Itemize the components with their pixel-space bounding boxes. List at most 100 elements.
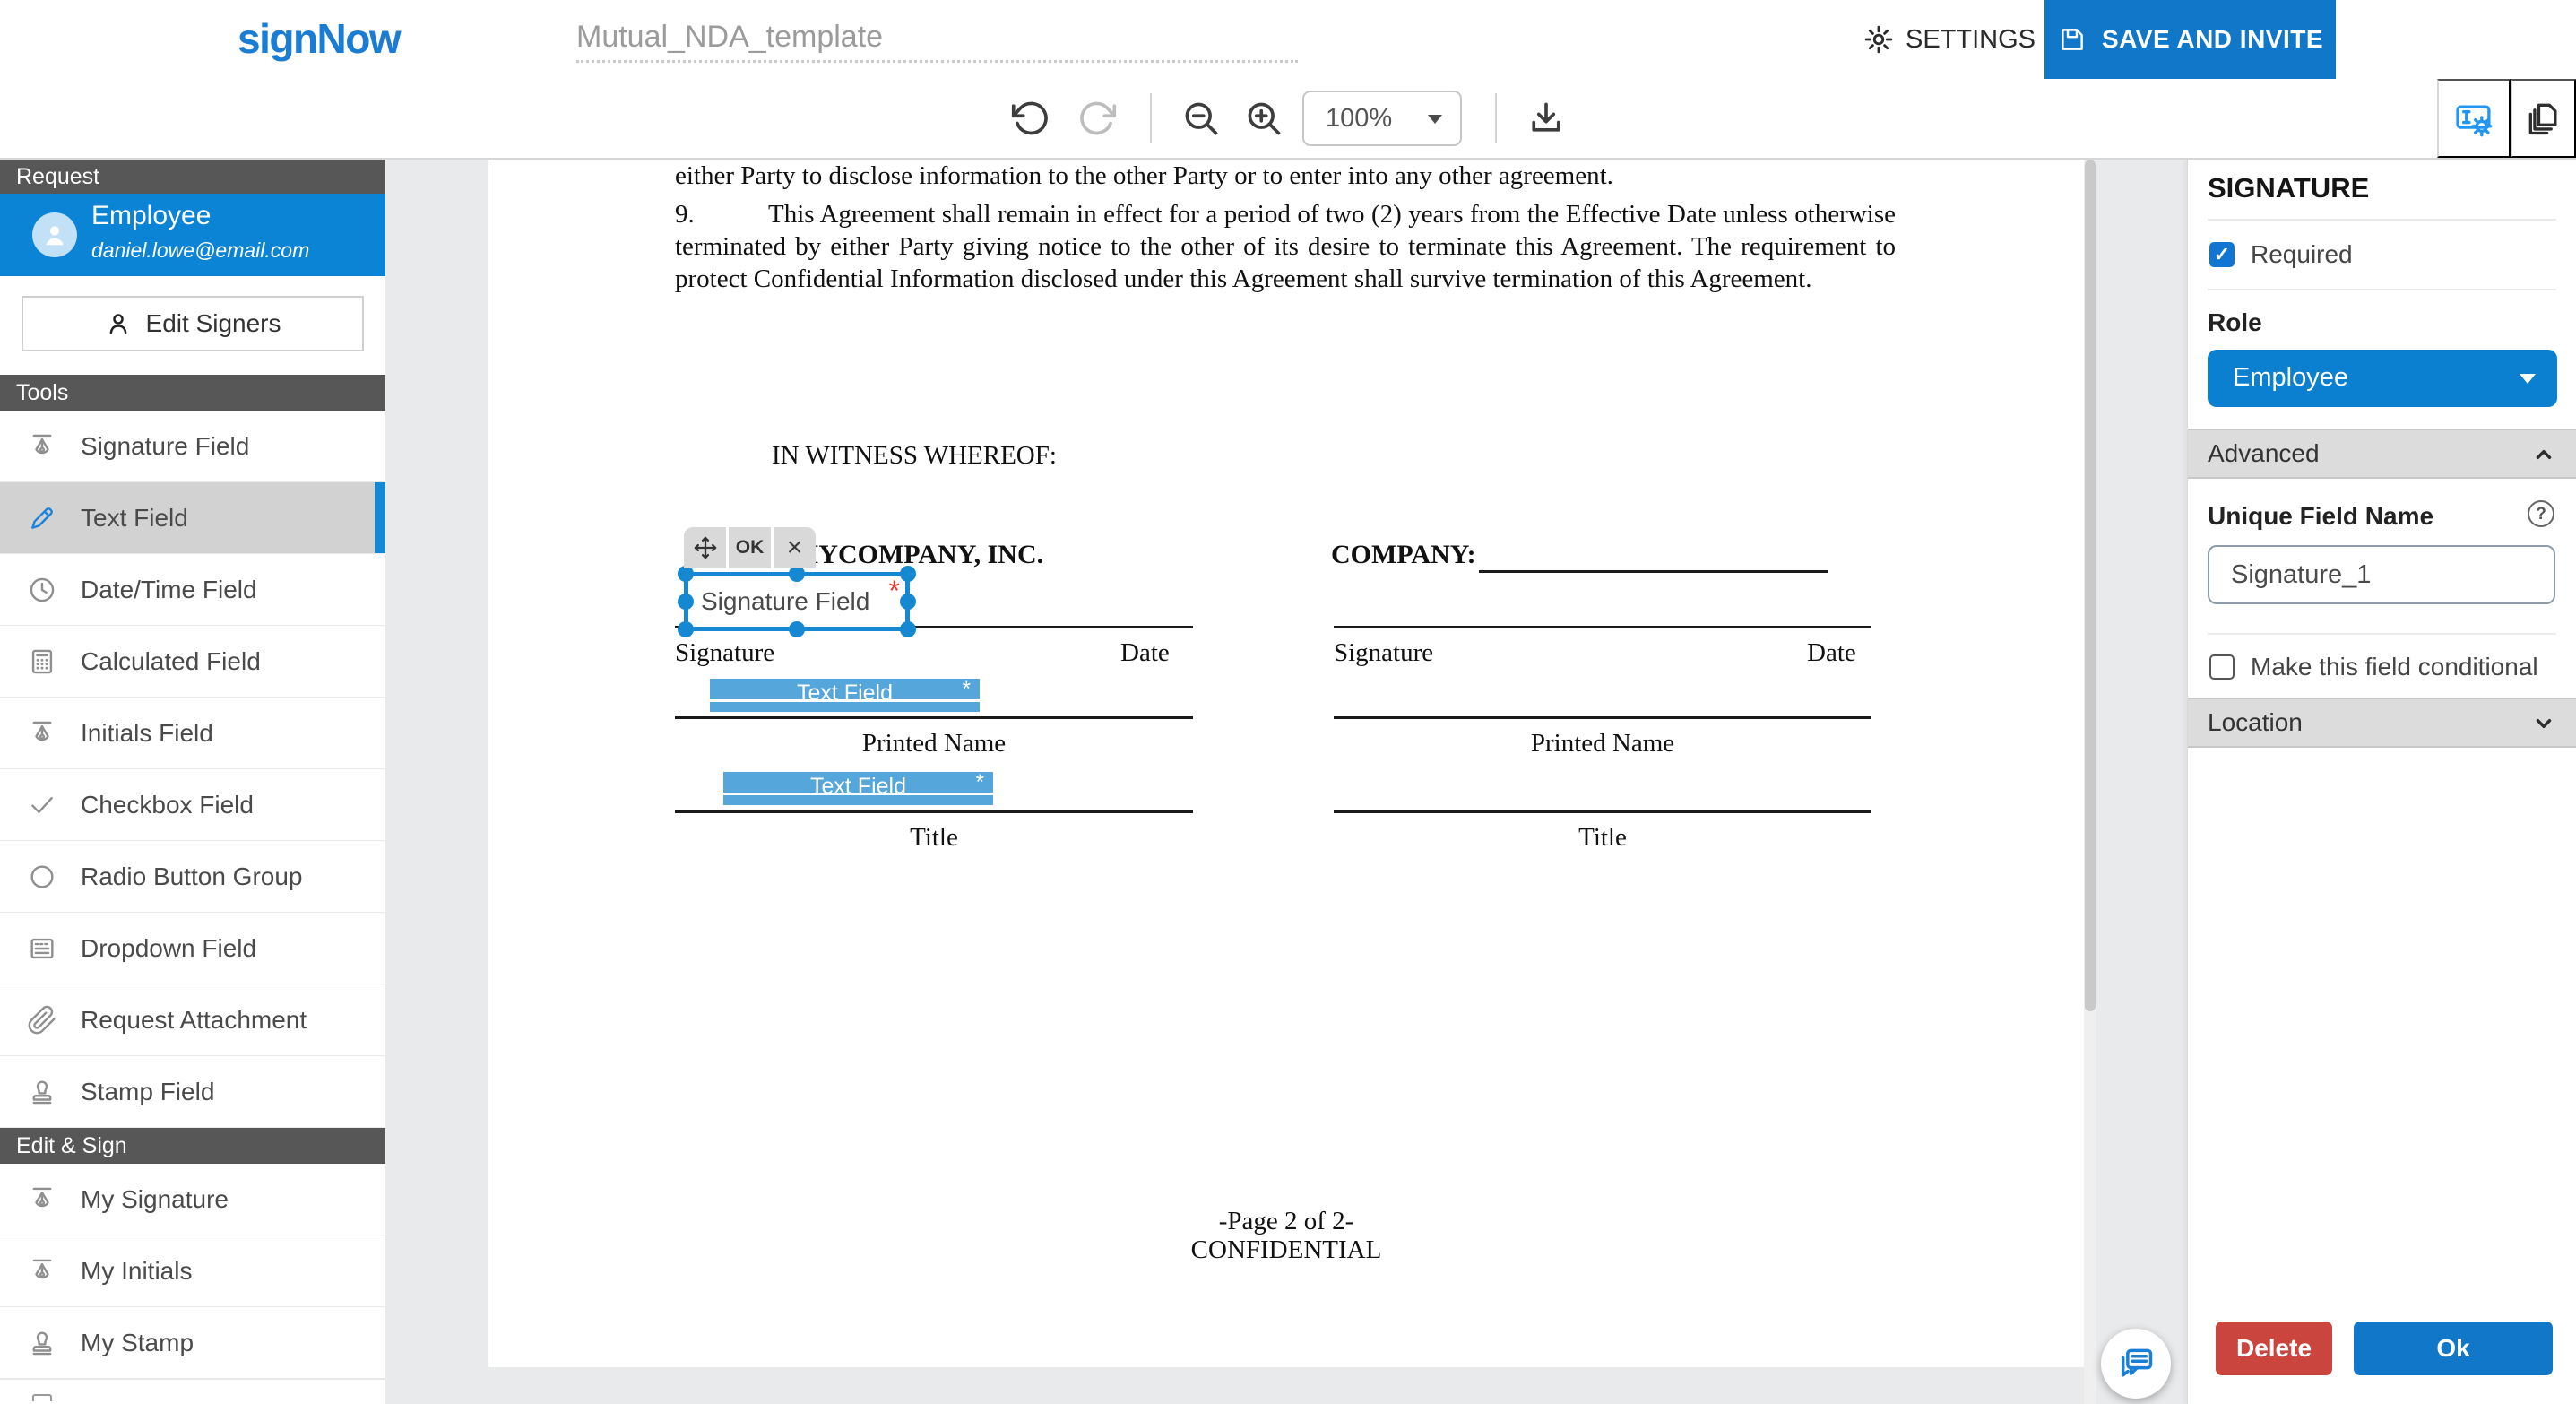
document-workspace: either Party to disclose information to …	[385, 160, 2187, 1404]
request-section-header: Request	[0, 160, 385, 194]
resize-handle[interactable]	[678, 594, 694, 610]
move-field-button[interactable]	[684, 527, 726, 568]
tools-list: Signature FieldText Field Date/Time Field…	[0, 411, 385, 1128]
paperclip-icon	[27, 1005, 57, 1036]
sidebar-item-radio-button-group[interactable]: Radio Button Group	[0, 841, 385, 913]
conditional-checkbox[interactable]	[2209, 654, 2235, 680]
sidebar-item-label: My Signature	[81, 1185, 229, 1214]
undo-button[interactable]	[1002, 79, 1059, 158]
zoom-in-button[interactable]	[1235, 79, 1292, 158]
advanced-section-toggle[interactable]: Advanced	[2188, 429, 2576, 479]
panel-title: SIGNATURE	[2208, 172, 2369, 204]
help-icon[interactable]: ?	[2528, 500, 2554, 527]
date-label: Date	[1807, 638, 1856, 668]
pen-nib-icon	[27, 431, 57, 462]
stamp-icon	[27, 1077, 57, 1107]
printed-name-line	[1334, 716, 1871, 719]
sidebar-item-label: Date/Time Field	[81, 576, 257, 604]
sidebar-item-label: Stamp Field	[81, 1078, 214, 1106]
title-label: Title	[675, 823, 1193, 853]
save-icon	[2057, 24, 2088, 55]
sidebar-item-my-stamp[interactable]: My Stamp	[0, 1307, 385, 1379]
sidebar-item-partial	[0, 1379, 385, 1404]
tools-section-header: Tools	[0, 375, 385, 411]
chat-support-button[interactable]	[2101, 1329, 2171, 1399]
sidebar-item-dropdown-field[interactable]: Dropdown Field	[0, 913, 385, 984]
sidebar-item-my-initials[interactable]: My Initials	[0, 1235, 385, 1307]
resize-handle[interactable]	[900, 594, 916, 610]
chat-icon	[2116, 1344, 2156, 1383]
confidential-footer: CONFIDENTIAL	[488, 1235, 2084, 1265]
conditional-row: Make this field conditional	[2209, 653, 2538, 681]
person-icon	[105, 310, 132, 337]
scrollbar-thumb[interactable]	[2085, 160, 2096, 1011]
resize-handle[interactable]	[678, 621, 694, 637]
copy-fields-button[interactable]	[2511, 79, 2576, 158]
sidebar-item-text-field[interactable]: Text Field	[0, 482, 385, 554]
settings-button[interactable]: SETTINGS	[1863, 0, 2036, 79]
settings-label: SETTINGS	[1906, 25, 2036, 55]
signer-role: Employee	[91, 201, 211, 231]
edit-sign-section-header: Edit & Sign	[0, 1128, 385, 1164]
zoom-out-button[interactable]	[1172, 79, 1230, 158]
signature-field-label: Signature Field	[701, 587, 869, 616]
chevron-down-icon	[1428, 115, 1442, 124]
field-ok-button[interactable]: OK	[729, 527, 771, 568]
editor-toolbar: 100%	[0, 79, 2576, 160]
pencil-icon	[27, 503, 57, 533]
document-page[interactable]: either Party to disclose information to …	[488, 160, 2084, 1367]
location-section-toggle[interactable]: Location	[2188, 698, 2576, 748]
sidebar-item-label: Dropdown Field	[81, 934, 256, 963]
toolbar-divider	[1150, 93, 1152, 143]
edit-signers-button[interactable]: Edit Signers	[22, 296, 364, 351]
company-name-left: MYCOMPANY, INC.	[793, 540, 1043, 570]
text-field-placeholder[interactable]: Text Field *	[710, 679, 980, 712]
document-scrollbar[interactable]	[2084, 160, 2096, 1404]
sidebar-item-calculated-field[interactable]: Calculated Field	[0, 626, 385, 698]
sidebar-item-my-signature[interactable]: My Signature	[0, 1164, 385, 1235]
sidebar-item-date-time-field[interactable]: Date/Time Field	[0, 554, 385, 626]
zoom-level-select[interactable]: 100%	[1302, 91, 1462, 146]
sidebar-item-signature-field[interactable]: Signature Field	[0, 411, 385, 482]
edit-signers-label: Edit Signers	[146, 309, 281, 338]
ok-button[interactable]: Ok	[2354, 1322, 2553, 1375]
sidebar-item-checkbox-field[interactable]: Checkbox Field	[0, 769, 385, 841]
move-icon	[693, 535, 718, 560]
redo-button[interactable]	[1068, 79, 1126, 158]
clock-icon	[27, 575, 57, 605]
download-button[interactable]	[1515, 79, 1578, 158]
required-checkbox[interactable]: ✓	[2209, 242, 2235, 267]
document-clause-9: 9.This Agreement shall remain in effect …	[675, 199, 1896, 296]
zoom-in-icon	[1244, 99, 1284, 138]
signature-field-placeholder-selected[interactable]: Signature Field *	[684, 572, 910, 631]
field-properties-panel: SIGNATURE ✓ Required Role Employee Advan…	[2187, 160, 2576, 1404]
role-label: Role	[2208, 308, 2262, 337]
sidebar-item-request-attachment[interactable]: Request Attachment	[0, 984, 385, 1056]
text-field-placeholder[interactable]: Text Field *	[723, 772, 993, 805]
company-fill-line	[1479, 570, 1828, 573]
unique-field-name-input[interactable]	[2208, 545, 2555, 604]
signature-label: Signature	[1334, 638, 1433, 668]
document-title-input[interactable]: Mutual_NDA_template	[576, 14, 1298, 63]
field-settings-toggle-button[interactable]	[2437, 79, 2511, 158]
save-and-invite-button[interactable]: SAVE AND INVITE	[2044, 0, 2336, 79]
text-field-label: Text Field	[710, 680, 980, 706]
advanced-label: Advanced	[2208, 430, 2320, 477]
pages-copy-icon	[2524, 99, 2563, 138]
sidebar-item-stamp-field[interactable]: Stamp Field	[0, 1056, 385, 1128]
printed-name-line	[675, 716, 1193, 719]
chevron-up-icon	[2532, 443, 2555, 466]
role-select[interactable]: Employee	[2208, 350, 2557, 407]
edit-sign-list: My Signature My InitialsMy Stamp	[0, 1164, 385, 1379]
signer-card-employee[interactable]: Employee daniel.lowe@email.com	[0, 194, 385, 276]
delete-field-button[interactable]: Delete	[2216, 1322, 2332, 1375]
resize-handle[interactable]	[900, 621, 916, 637]
signature-line	[1334, 626, 1871, 628]
sidebar-item-initials-field[interactable]: Initials Field	[0, 698, 385, 769]
sidebar-item-label: Request Attachment	[81, 1006, 307, 1035]
resize-handle[interactable]	[900, 566, 916, 582]
sidebar-item-label: Calculated Field	[81, 647, 261, 676]
resize-handle[interactable]	[789, 621, 805, 637]
field-close-button[interactable]: ×	[774, 527, 816, 568]
dropdown-icon	[27, 933, 57, 964]
